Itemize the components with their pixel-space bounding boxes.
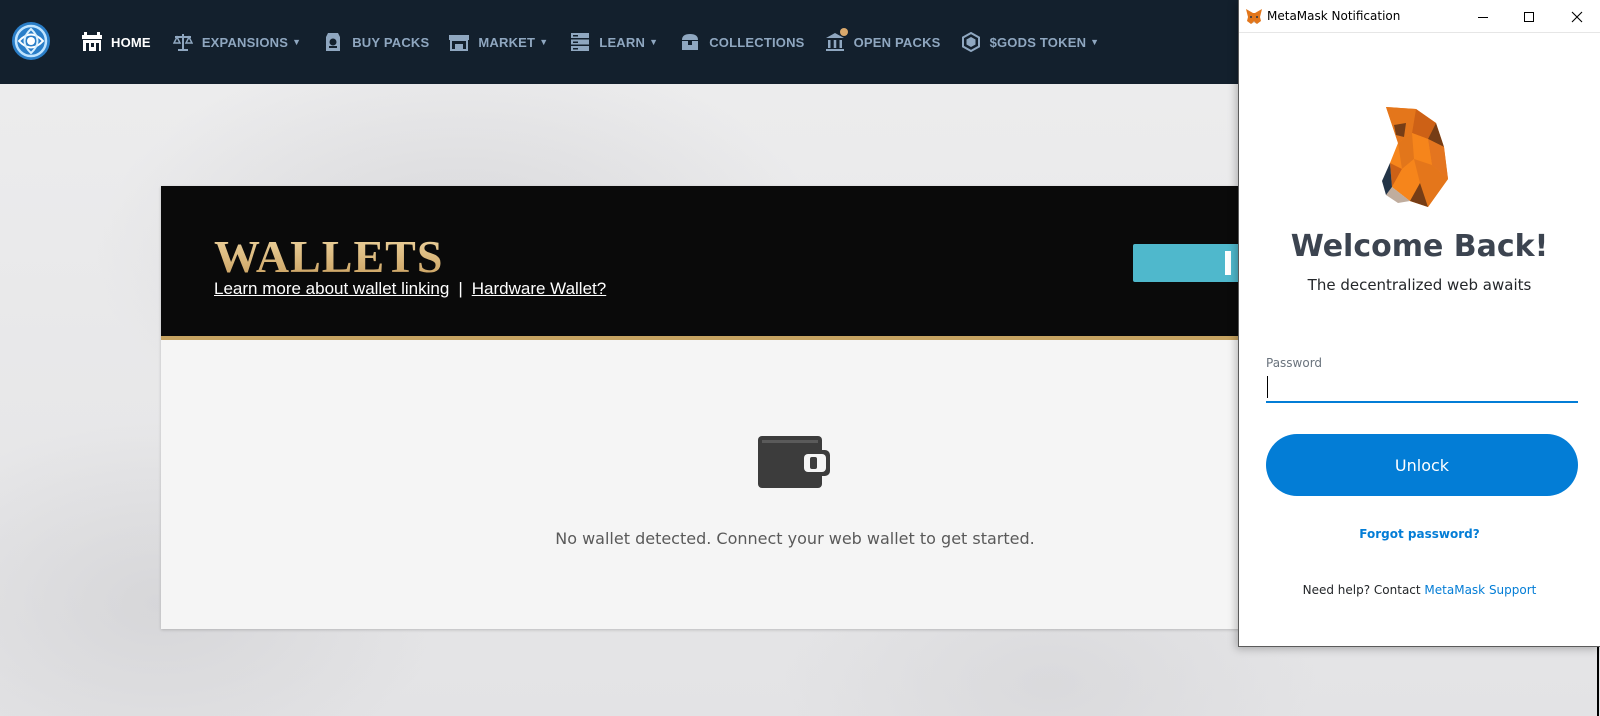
pack-icon (323, 32, 343, 52)
password-label: Password (1266, 356, 1323, 370)
nav-item-label: LEARN (599, 34, 646, 50)
nav-item-learn[interactable]: LEARN ▼ (570, 0, 658, 84)
window-edge-line (1597, 647, 1599, 716)
wallets-header: WALLETS Learn more about wallet linking … (161, 186, 1273, 340)
forgot-password-link[interactable]: Forgot password? (1239, 527, 1600, 541)
hardware-wallet-link[interactable]: Hardware Wallet? (472, 279, 606, 299)
close-icon (1571, 11, 1583, 22)
learn-wallet-linking-link[interactable]: Learn more about wallet linking (214, 279, 449, 299)
nav-item-label: $GODS TOKEN (989, 34, 1087, 50)
help-prefix: Need help? Contact (1302, 583, 1425, 597)
welcome-subtitle: The decentralized web awaits (1307, 276, 1532, 294)
token-icon (961, 31, 981, 53)
maximize-icon (1524, 11, 1534, 22)
chevron-down-icon: ▼ (1090, 37, 1100, 47)
home-icon (82, 32, 102, 52)
button-glyph (1225, 251, 1231, 275)
page-title: WALLETS (214, 231, 444, 282)
temple-icon (825, 28, 848, 52)
nav-item-label: EXPANSIONS (201, 34, 289, 50)
nav-item-label: HOME (111, 34, 151, 50)
nav-item-market[interactable]: MARKET ▼ (449, 0, 548, 84)
minimize-icon (1478, 16, 1488, 18)
gods-unchained-logo-icon[interactable] (10, 20, 52, 62)
nav-item-open-packs[interactable]: OPEN PACKS (825, 0, 941, 84)
window-title: MetaMask Notification (1267, 9, 1401, 23)
text-cursor (1267, 376, 1268, 398)
wallet-icon (758, 436, 830, 488)
window-titlebar: MetaMask Notification (1239, 0, 1600, 33)
metamask-notification-window: MetaMask Notification Welcome Back! The … (1238, 0, 1600, 647)
nav-item-gods-token[interactable]: $GODS TOKEN ▼ (961, 0, 1100, 84)
wallet-help-links: Learn more about wallet linking | Hardwa… (214, 279, 606, 299)
close-button[interactable] (1555, 0, 1599, 33)
nav-item-label: OPEN PACKS (853, 34, 941, 50)
nav-item-buy-packs[interactable]: BUY PACKS (323, 0, 429, 84)
chest-icon (680, 32, 700, 52)
password-input[interactable] (1266, 373, 1578, 403)
nav-item-home[interactable]: HOME (82, 0, 151, 84)
link-separator: | (458, 279, 463, 298)
nav-item-label: MARKET (478, 34, 536, 50)
nav-item-label: BUY PACKS (352, 34, 430, 50)
books-icon (570, 32, 590, 52)
chevron-down-icon: ▼ (649, 37, 659, 47)
metamask-fox-logo-icon (1362, 103, 1466, 209)
wallets-card: WALLETS Learn more about wallet linking … (161, 186, 1273, 629)
chevron-down-icon: ▼ (539, 37, 549, 47)
unlock-button[interactable]: Unlock (1266, 434, 1578, 496)
nav-item-collections[interactable]: COLLECTIONS (680, 0, 804, 84)
welcome-heading: Welcome Back! (1290, 229, 1549, 264)
metamask-support-link[interactable]: MetaMask Support (1424, 583, 1536, 597)
help-text: Need help? Contact MetaMask Support (1239, 583, 1600, 597)
chevron-down-icon: ▼ (292, 37, 302, 47)
notification-dot (839, 28, 848, 36)
metamask-fox-icon (1245, 8, 1263, 25)
maximize-button[interactable] (1507, 0, 1551, 33)
minimize-button[interactable] (1461, 0, 1505, 33)
nav-item-expansions[interactable]: EXPANSIONS ▼ (172, 0, 302, 84)
nav-item-label: COLLECTIONS (709, 34, 805, 50)
nav-menu: HOME EXPANSIONS ▼ BUY PACKS MARKET ▼ LEA… (82, 0, 1099, 84)
scales-icon (172, 32, 194, 52)
market-stall-icon (449, 32, 470, 52)
